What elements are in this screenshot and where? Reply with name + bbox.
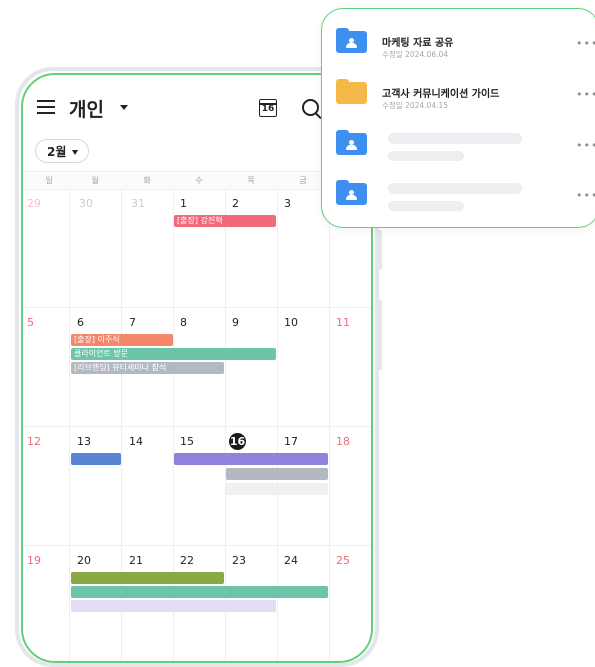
phone-side-button	[378, 230, 382, 270]
day-cell[interactable]: 9	[232, 316, 239, 329]
search-icon[interactable]	[302, 99, 319, 116]
weekday-wed: 수	[195, 176, 203, 185]
loading-placeholder	[388, 151, 464, 161]
event-bar[interactable]: [출장] 강진혁	[174, 215, 276, 227]
day-cell[interactable]: 2	[232, 197, 239, 210]
loading-placeholder	[388, 183, 522, 194]
shared-folder-icon	[336, 28, 367, 53]
folder-icon	[336, 79, 367, 104]
day-cell[interactable]: 13	[77, 435, 91, 448]
more-options-icon[interactable]: •••	[576, 37, 595, 50]
day-cell[interactable]: 18	[336, 435, 350, 448]
weekday-sun: 일	[45, 176, 53, 185]
weekday-thu: 목	[247, 176, 255, 185]
month-grid: 29 30 31 1 2 3 [출장] 강진혁 5 6 7 8 9 10 11 …	[23, 189, 371, 661]
shared-folder-icon	[336, 180, 367, 205]
folder-name: 마케팅 자료 공유	[382, 38, 454, 49]
weekday-tue: 화	[143, 176, 151, 185]
day-cell[interactable]: 14	[129, 435, 143, 448]
folder-list-item[interactable]: •••	[322, 125, 595, 165]
grid-line	[23, 307, 371, 308]
loading-placeholder	[388, 201, 464, 211]
grid-line	[23, 426, 371, 427]
day-cell[interactable]: 20	[77, 554, 91, 567]
day-cell[interactable]: 6	[77, 316, 84, 329]
folder-name: 고객사 커뮤니케이션 가이드	[382, 89, 500, 100]
day-cell[interactable]: 31	[131, 197, 145, 210]
event-bar[interactable]	[71, 600, 276, 612]
menu-icon[interactable]	[37, 100, 55, 114]
today-marker[interactable]: 16	[229, 433, 246, 450]
day-cell[interactable]: 11	[336, 316, 350, 329]
day-cell[interactable]: 5	[27, 316, 34, 329]
day-cell[interactable]: 3	[284, 197, 291, 210]
day-cell[interactable]: 21	[129, 554, 143, 567]
event-bar[interactable]: [출장] 이주식	[71, 334, 173, 346]
more-options-icon[interactable]: •••	[576, 139, 595, 152]
event-bar[interactable]	[71, 453, 121, 465]
event-bar[interactable]: [리브랜딩] 뷰티세미나 참석	[71, 362, 224, 374]
day-cell[interactable]: 17	[284, 435, 298, 448]
day-cell[interactable]: 1	[180, 197, 187, 210]
folder-list-item[interactable]: 고객사 커뮤니케이션 가이드 수정일 2024.04.15 •••	[322, 74, 595, 114]
folder-modified-date: 수정일 2024.06.04	[382, 50, 449, 59]
day-cell[interactable]: 25	[336, 554, 350, 567]
more-options-icon[interactable]: •••	[576, 88, 595, 101]
chevron-down-icon	[72, 150, 79, 155]
day-cell[interactable]: 12	[27, 435, 41, 448]
event-bar[interactable]	[71, 586, 328, 598]
day-cell[interactable]: 7	[129, 316, 136, 329]
more-options-icon[interactable]: •••	[576, 189, 595, 202]
event-bar[interactable]	[174, 453, 328, 465]
weekday-mon: 월	[91, 176, 99, 185]
folder-list-item[interactable]: •••	[322, 175, 595, 215]
day-cell[interactable]: 30	[79, 197, 93, 210]
grid-line	[23, 545, 371, 546]
shared-folder-icon	[336, 130, 367, 155]
app-header: 개인 16	[23, 75, 371, 139]
loading-placeholder	[388, 133, 522, 144]
day-cell[interactable]: 22	[180, 554, 194, 567]
calendar-title[interactable]: 개인	[69, 95, 104, 122]
month-selector-button[interactable]: 2월	[35, 139, 89, 163]
day-cell[interactable]: 24	[284, 554, 298, 567]
day-cell[interactable]: 29	[27, 197, 41, 210]
today-calendar-icon[interactable]: 16	[259, 99, 277, 117]
month-label: 2월	[47, 145, 67, 159]
event-bar[interactable]	[71, 572, 224, 584]
chevron-down-icon[interactable]	[120, 105, 128, 110]
day-cell[interactable]: 8	[180, 316, 187, 329]
folder-modified-date: 수정일 2024.04.15	[382, 101, 449, 110]
day-cell[interactable]: 15	[180, 435, 194, 448]
folder-list-item[interactable]: 마케팅 자료 공유 수정일 2024.06.04 •••	[322, 23, 595, 63]
event-bar[interactable]	[226, 468, 328, 480]
day-cell[interactable]: 19	[27, 554, 41, 567]
shared-folder-popup: 마케팅 자료 공유 수정일 2024.06.04 ••• 고객사 커뮤니케이션 …	[321, 8, 595, 228]
event-bar[interactable]: 클라이언트 방문	[71, 348, 276, 360]
phone-side-button	[378, 300, 382, 370]
day-cell[interactable]: 23	[232, 554, 246, 567]
day-cell[interactable]: 10	[284, 316, 298, 329]
event-bar[interactable]	[226, 483, 328, 495]
